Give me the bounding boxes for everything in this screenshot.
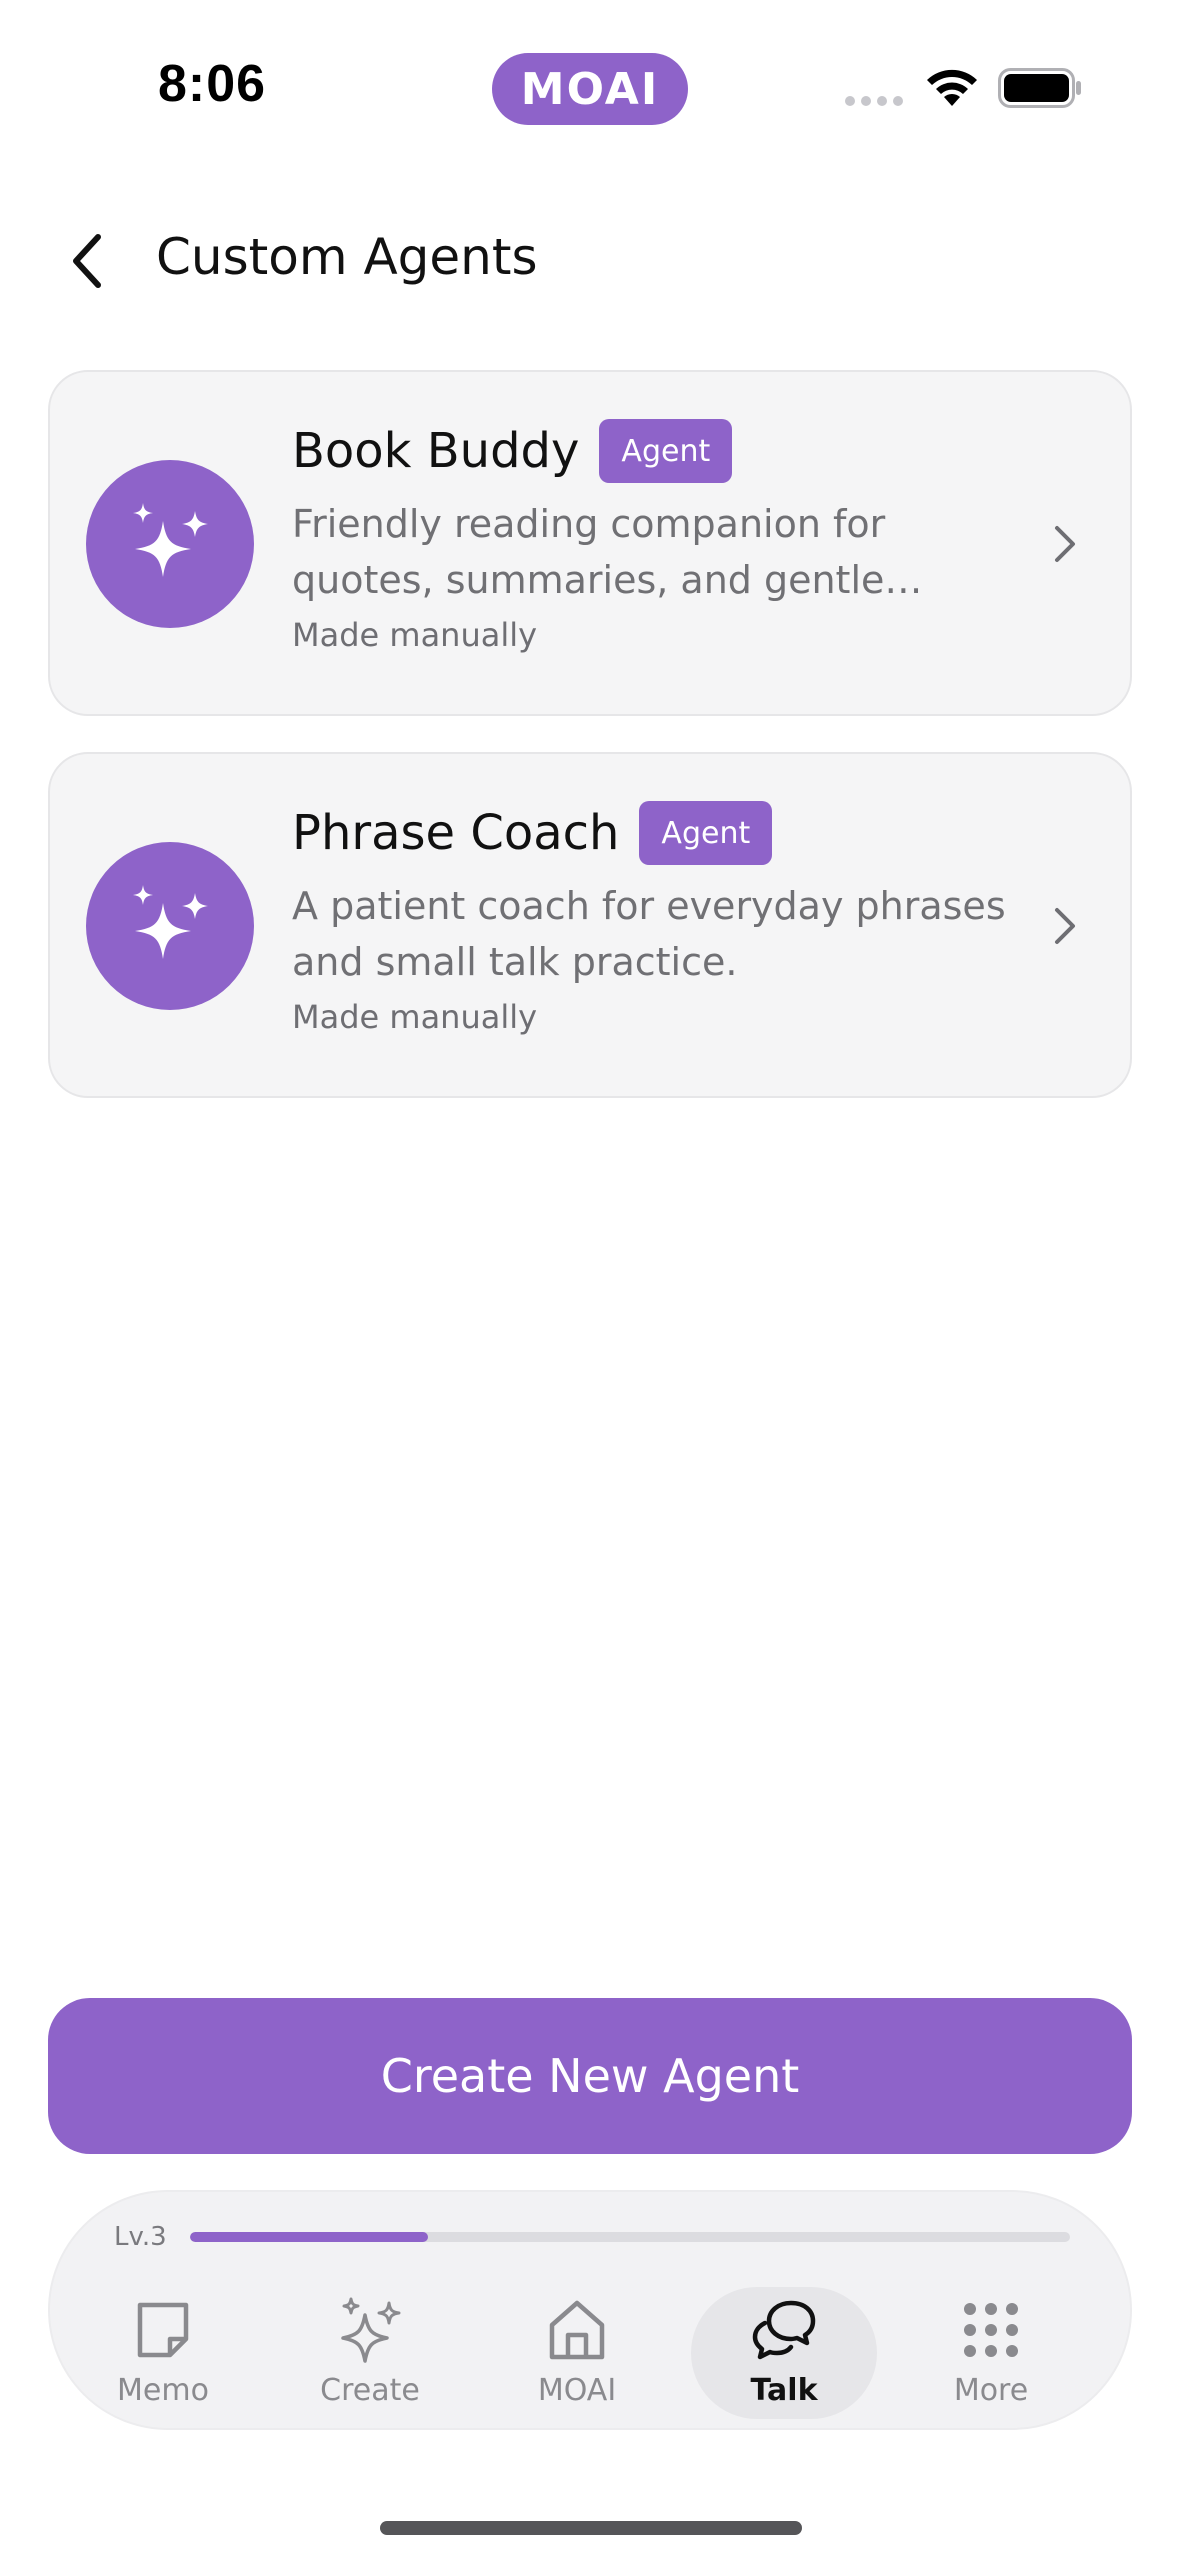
wifi-icon — [927, 69, 977, 106]
home-indicator — [380, 2521, 802, 2535]
tab-label: More — [953, 2373, 1029, 2408]
tab-talk[interactable]: Talk — [691, 2287, 877, 2419]
chevron-right-icon — [1055, 526, 1075, 562]
agent-avatar — [86, 842, 254, 1010]
level-label: Lv.3 — [114, 2222, 167, 2252]
header: Custom Agents — [0, 210, 1179, 310]
chevron-left-icon — [73, 234, 101, 288]
screen: 8:06 MOAI Custom Agents Book Buddy Agent… — [0, 0, 1179, 2556]
app-logo-pill: MOAI — [492, 53, 688, 125]
agent-description: A patient coach for everyday phrases and… — [292, 884, 1006, 984]
create-new-agent-button[interactable]: Create New Agent — [48, 1998, 1132, 2154]
grid-dots-icon — [964, 2303, 1018, 2357]
tab-label: Memo — [117, 2373, 209, 2408]
tab-moai[interactable]: MOAI — [484, 2287, 670, 2419]
agent-name: Book Buddy — [292, 423, 580, 479]
agent-title-row: Phrase Coach Agent — [292, 798, 1012, 868]
chevron-right-icon — [1055, 908, 1075, 944]
tab-bar: Lv.3 Memo Create MOAI Talk More — [48, 2190, 1132, 2430]
tab-memo[interactable]: Memo — [70, 2287, 256, 2419]
agent-card-book-buddy[interactable]: Book Buddy Agent Friendly reading compan… — [48, 370, 1132, 716]
tab-label: Create — [320, 2373, 420, 2408]
agent-card-phrase-coach[interactable]: Phrase Coach Agent A patient coach for e… — [48, 752, 1132, 1098]
battery-icon — [998, 68, 1081, 108]
tab-label: MOAI — [537, 2373, 617, 2408]
chat-bubbles-icon — [752, 2300, 816, 2360]
agent-badge: Agent — [639, 801, 773, 865]
sparkles-outline-icon — [341, 2297, 401, 2363]
signal-icon — [845, 96, 903, 106]
agent-badge: Agent — [599, 419, 733, 483]
sparkles-icon — [133, 503, 208, 577]
agent-title-row: Book Buddy Agent — [292, 416, 1012, 486]
agent-name: Phrase Coach — [292, 805, 620, 861]
sparkles-icon — [133, 885, 208, 959]
tab-create[interactable]: Create — [277, 2287, 463, 2419]
level-progress-track — [190, 2232, 1070, 2242]
level-progress-fill — [190, 2232, 428, 2242]
agent-card-body: Book Buddy Agent Friendly reading compan… — [292, 416, 1012, 654]
tab-label: Talk — [750, 2373, 818, 2408]
agent-card-body: Phrase Coach Agent A patient coach for e… — [292, 798, 1012, 1036]
home-icon — [549, 2300, 605, 2360]
status-bar: 8:06 MOAI — [0, 0, 1179, 180]
agent-description: Friendly reading companion for quotes, s… — [292, 502, 886, 602]
status-time: 8:06 — [158, 55, 267, 113]
memo-icon — [137, 2302, 189, 2358]
back-button[interactable] — [56, 226, 116, 296]
agent-meta: Made manually — [292, 998, 538, 1036]
page-title: Custom Agents — [156, 228, 538, 286]
tab-more[interactable]: More — [898, 2287, 1084, 2419]
agent-avatar — [86, 460, 254, 628]
agent-meta: Made manually — [292, 616, 538, 654]
